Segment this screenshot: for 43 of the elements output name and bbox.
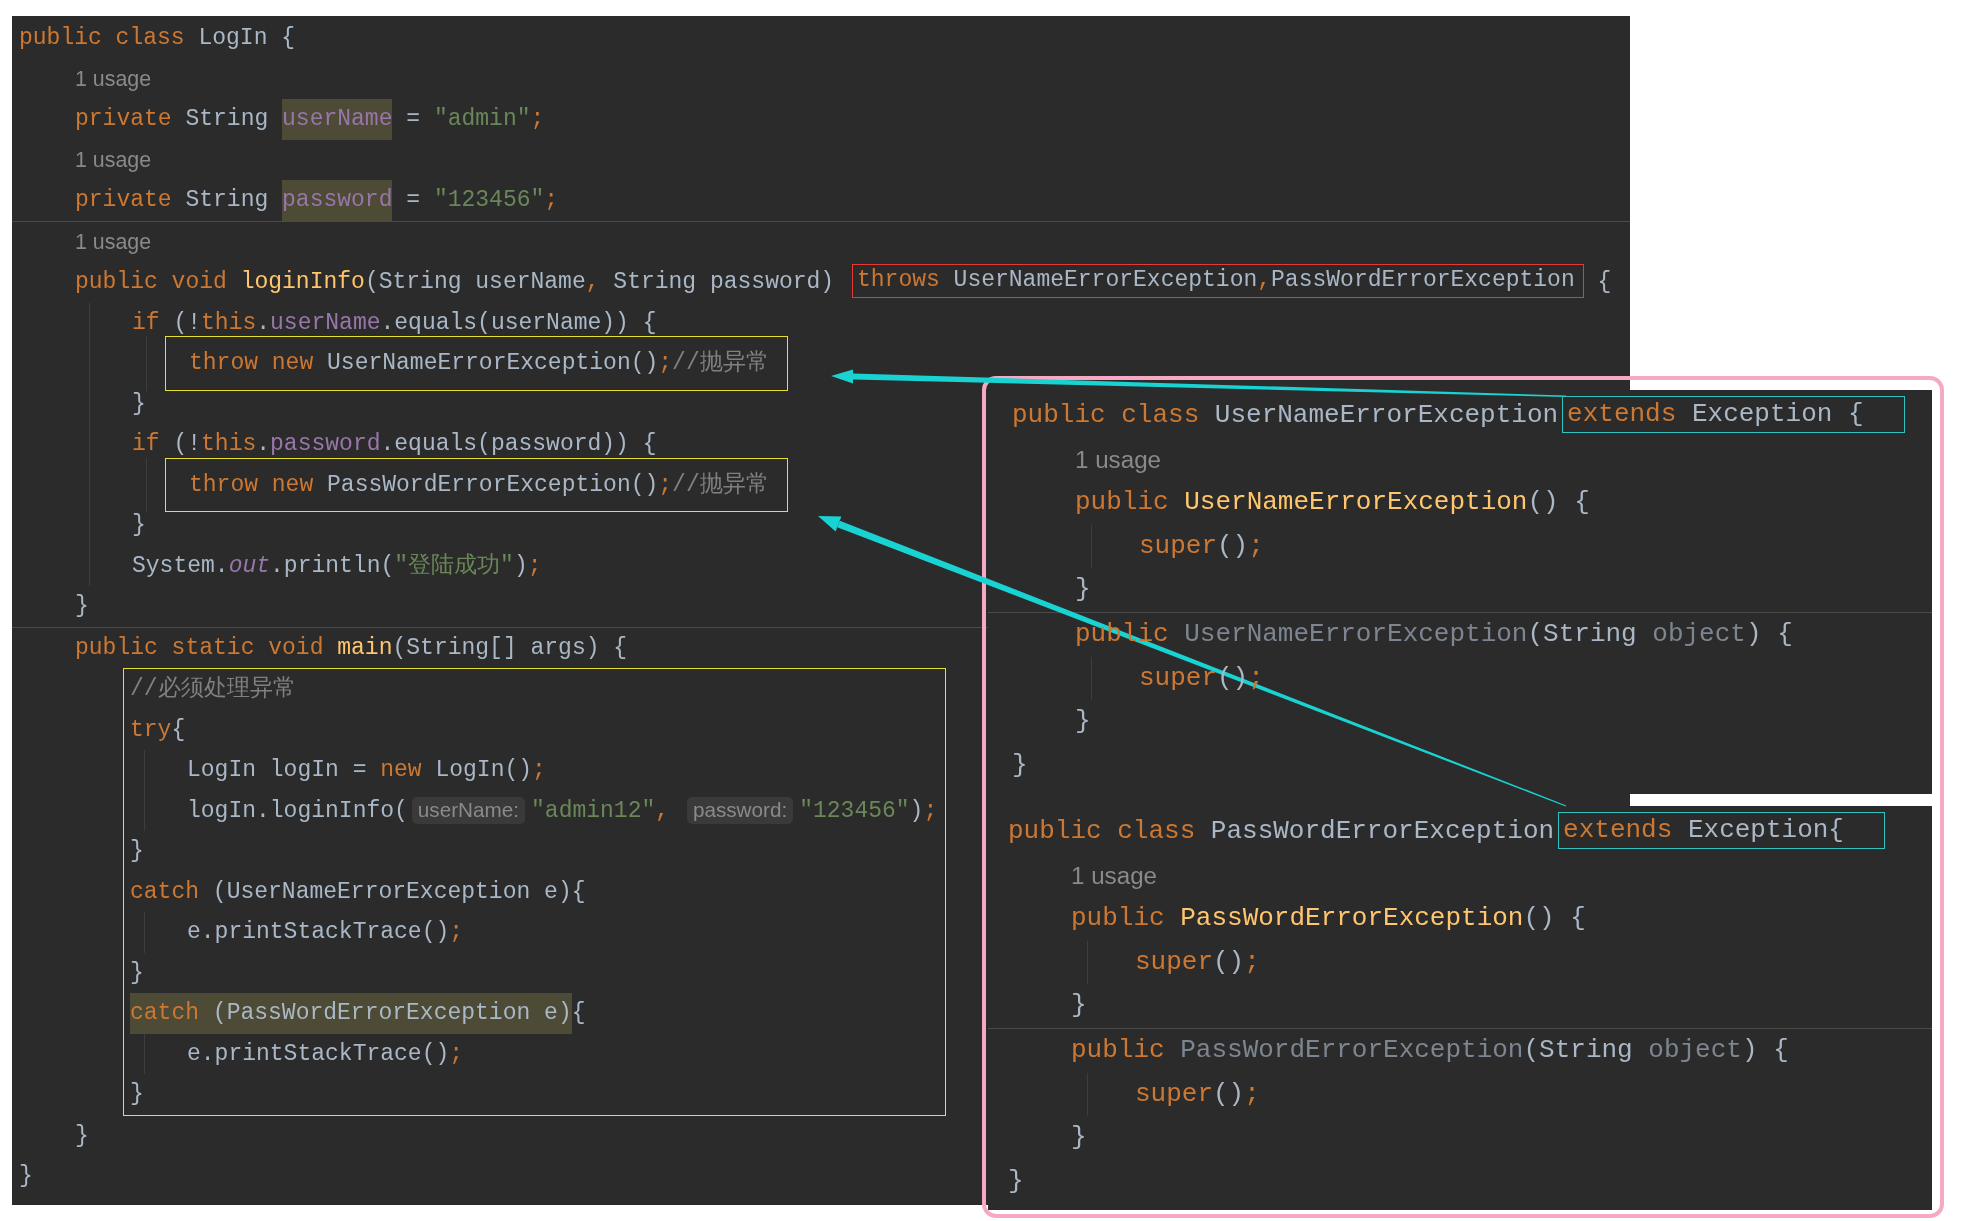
code-line: } <box>1012 748 1028 782</box>
usage-hint[interactable]: 1 usage <box>1071 853 1158 898</box>
code-line: public static void main(String[] args) { <box>75 633 628 663</box>
usage-hint[interactable]: 1 usage <box>75 139 152 180</box>
code-line: } <box>1075 573 1091 607</box>
code-line: } <box>19 1162 33 1191</box>
code-line: catch (UserNameErrorException e){ <box>130 877 586 907</box>
usage-hint[interactable]: 1 usage <box>75 221 152 262</box>
code-line: //必须处理异常 <box>130 675 296 704</box>
code-line: super(); <box>1135 1077 1260 1111</box>
code-line: public void loginInfo(String userName, String password) throws UserNameErrorException,PassWordErrorException { <box>75 262 1612 303</box>
code-line: } <box>130 1080 144 1109</box>
code-line: System.out.println("登陆成功"); <box>132 551 542 581</box>
code-line: public class PassWordErrorException extends Exception{ <box>1008 810 1885 854</box>
code-line: public UserNameErrorException() { <box>1075 486 1590 520</box>
code-line: } <box>132 389 146 419</box>
code-line: } <box>1075 705 1091 739</box>
code-line: logIn.loginInfo( userName: "admin12", password: "123456"); <box>187 795 938 826</box>
code-line: } <box>1008 1164 1024 1198</box>
usage-hint[interactable]: 1 usage <box>75 58 152 99</box>
code-line: } <box>130 958 144 988</box>
code-line: } <box>75 1121 89 1151</box>
code-line: catch (PassWordErrorException e){ <box>130 993 586 1034</box>
code-line: private String userName = "admin"; <box>75 99 545 140</box>
code-line: public class UserNameErrorException extends Exception { <box>1012 394 1905 438</box>
code-line: } <box>1071 1121 1087 1155</box>
code-line: LogIn logIn = new LogIn(); <box>187 756 546 785</box>
code-line: } <box>130 837 144 866</box>
code-line: if (!this.password.equals(password)) { <box>132 430 657 459</box>
code-line: if (!this.userName.equals(userName)) { <box>132 308 657 338</box>
code-line: try{ <box>130 715 186 745</box>
code-line: private String password = "123456"; <box>75 180 559 221</box>
code-line: e.printStackTrace(); <box>187 1039 464 1069</box>
code-line: super(); <box>1135 945 1260 979</box>
code-line: public class LogIn { <box>19 24 296 53</box>
code-line: super(); <box>1139 529 1264 563</box>
code-line: } <box>132 511 146 540</box>
code-line: e.printStackTrace(); <box>187 918 464 947</box>
code-line: } <box>75 592 89 621</box>
code-line: } <box>1071 989 1087 1023</box>
usage-hint[interactable]: 1 usage <box>1075 437 1162 482</box>
code-line: public PassWordErrorException() { <box>1071 902 1586 936</box>
code-line: public PassWordErrorException(String object) { <box>1071 1033 1789 1067</box>
